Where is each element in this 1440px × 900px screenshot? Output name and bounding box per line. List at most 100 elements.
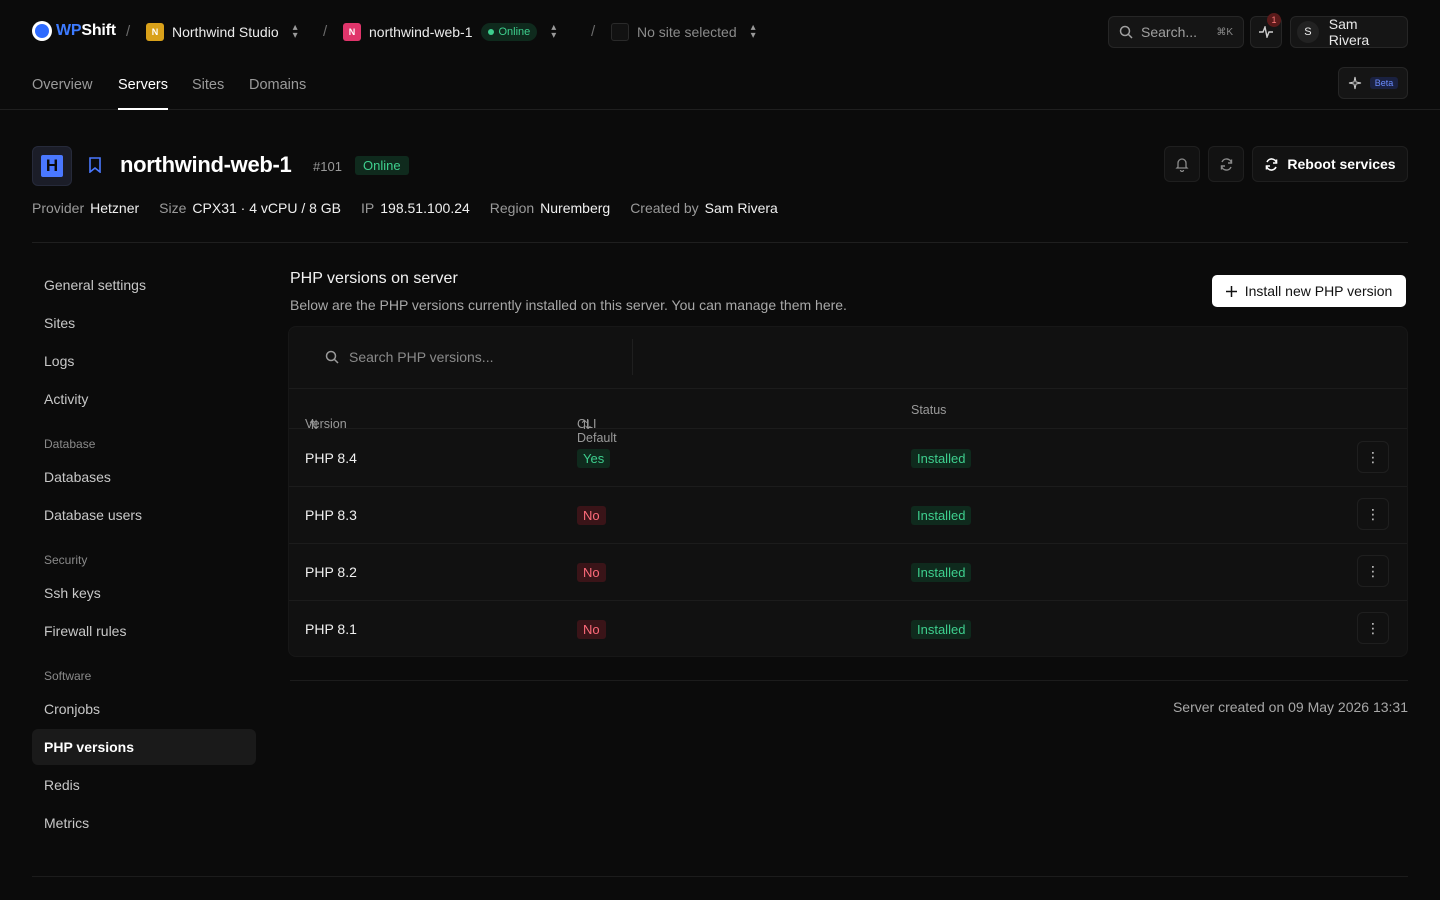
section-description: Below are the PHP versions currently ins…: [290, 297, 847, 313]
php-search-input[interactable]: Search PHP versions...: [311, 339, 633, 375]
cli-default-badge: No: [577, 620, 606, 639]
cli-default-badge: Yes: [577, 449, 611, 468]
global-search-button[interactable]: Search... ⌘K: [1108, 16, 1244, 48]
row-actions-button[interactable]: ⋮: [1357, 498, 1389, 530]
server-avatar: N: [343, 23, 361, 41]
status-badge: Installed: [911, 620, 972, 639]
divider: [32, 876, 1408, 877]
meta-provider: Provider Hetzner: [32, 200, 140, 216]
org-name: Northwind Studio: [172, 24, 279, 40]
sparkles-icon: [1348, 76, 1361, 90]
top-bar: WPShift / N Northwind Studio ▴ ▾ / N nort…: [0, 0, 1440, 64]
tab-servers[interactable]: Servers: [118, 77, 168, 110]
table-row: PHP 8.3 No Installed ⋮: [289, 487, 1407, 544]
sidebar-item-cronjobs[interactable]: Cronjobs: [32, 691, 256, 727]
install-php-button[interactable]: Install new PHP version: [1212, 275, 1406, 307]
site-switcher[interactable]: No site selected ▴ ▾: [611, 22, 756, 42]
breadcrumb-separator: /: [126, 23, 131, 40]
cli-default-badge: No: [577, 563, 606, 582]
tab-sites[interactable]: Sites: [192, 77, 224, 110]
php-version: PHP 8.2: [305, 564, 357, 580]
divider: [32, 242, 1408, 243]
meta-created-by: Created by Sam Rivera: [630, 200, 778, 216]
more-vertical-icon: ⋮: [1366, 562, 1380, 579]
provider-logo-icon: H: [32, 146, 72, 186]
sidebar-item-activity[interactable]: Activity: [32, 381, 256, 417]
table-row: PHP 8.1 No Installed ⋮: [289, 601, 1407, 658]
server-crumb-name: northwind-web-1: [369, 24, 473, 40]
row-actions-button[interactable]: ⋮: [1357, 441, 1389, 473]
row-actions-button[interactable]: ⋮: [1357, 612, 1389, 644]
server-meta: Provider Hetzner Size CPX31 · 4 vCPU / 8 G…: [32, 200, 778, 216]
table-row: PHP 8.2 No Installed ⋮: [289, 544, 1407, 601]
status-badge: Installed: [911, 506, 972, 525]
sidebar-item-logs[interactable]: Logs: [32, 343, 256, 379]
server-created-note: Server created on 09 May 2026 13:31: [1172, 699, 1408, 715]
notifications-button[interactable]: [1164, 146, 1200, 182]
beta-badge: Beta: [1369, 77, 1399, 89]
section-title: PHP versions on server: [290, 270, 458, 287]
sidebar-item-general-settings[interactable]: General settings: [32, 267, 256, 303]
more-vertical-icon: ⋮: [1366, 505, 1380, 522]
sidebar-item-firewall-rules[interactable]: Firewall rules: [32, 613, 256, 649]
php-versions-table: Search PHP versions... Version ⇅ CLI Defa…: [288, 326, 1408, 657]
sidebar-item-redis[interactable]: Redis: [32, 767, 256, 803]
server-id: #101: [313, 159, 342, 174]
main-tabs: Overview Servers Sites Domains Beta: [0, 64, 1440, 110]
search-placeholder: Search PHP versions...: [349, 349, 494, 365]
activity-button[interactable]: 1: [1250, 13, 1282, 48]
refresh-button[interactable]: [1208, 146, 1244, 182]
sidebar-item-ssh-keys[interactable]: Ssh keys: [32, 575, 256, 611]
status-badge: Installed: [911, 449, 972, 468]
ai-beta-button[interactable]: Beta: [1338, 67, 1408, 99]
row-actions-button[interactable]: ⋮: [1357, 555, 1389, 587]
php-version: PHP 8.3: [305, 507, 357, 523]
sidebar-item-php-versions[interactable]: PHP versions: [32, 729, 256, 765]
status-badge: Installed: [911, 563, 972, 582]
brand-name: WPShift: [56, 22, 116, 39]
user-menu-button[interactable]: S Sam Rivera: [1290, 16, 1408, 48]
plus-icon: [1225, 285, 1237, 297]
more-vertical-icon: ⋮: [1366, 448, 1380, 465]
sidebar-item-metrics[interactable]: Metrics: [32, 805, 256, 841]
sidebar-group-security: Security: [44, 553, 88, 567]
chevron-updown-icon: ▴ ▾: [551, 22, 557, 41]
status-dot-icon: [487, 29, 494, 35]
avatar: S: [1297, 21, 1319, 43]
server-switcher[interactable]: N northwind-web-1 Online ▴ ▾: [343, 22, 556, 42]
meta-ip: IP 198.51.100.24: [361, 200, 470, 216]
notification-badge: 1: [1267, 13, 1281, 27]
bookmark-icon[interactable]: [88, 157, 102, 173]
wordpress-logo-icon: [32, 21, 52, 41]
cli-default-badge: No: [577, 506, 606, 525]
chevron-updown-icon: ▴ ▾: [292, 22, 298, 41]
search-label: Search...: [1141, 24, 1198, 40]
tab-domains[interactable]: Domains: [249, 77, 306, 110]
column-status: Status: [911, 403, 947, 417]
activity-pulse-icon: [1259, 26, 1273, 38]
more-vertical-icon: ⋮: [1366, 619, 1380, 636]
sidebar-group-database: Database: [44, 437, 96, 451]
brand-logo[interactable]: WPShift: [32, 21, 116, 41]
chevron-updown-icon: ▴ ▾: [750, 22, 756, 41]
meta-size: Size CPX31 · 4 vCPU / 8 GB: [159, 200, 342, 216]
org-switcher[interactable]: N Northwind Studio ▴ ▾: [146, 22, 298, 42]
reboot-services-button[interactable]: Reboot services: [1252, 146, 1408, 182]
divider: [290, 680, 1408, 681]
sidebar-item-sites[interactable]: Sites: [32, 305, 256, 341]
meta-region: Region Nuremberg: [489, 200, 611, 216]
search-icon: [325, 350, 339, 364]
search-shortcut: ⌘K: [1216, 26, 1233, 38]
site-avatar-placeholder: [611, 23, 629, 41]
table-header: Version ⇅ CLI Default ⇅ Status: [289, 388, 1407, 445]
status-badge: Online: [355, 156, 409, 175]
sidebar-item-database-users[interactable]: Database users: [32, 497, 256, 533]
org-avatar: N: [146, 23, 164, 41]
breadcrumb-separator: /: [323, 23, 328, 40]
page-title: northwind-web-1: [120, 152, 292, 177]
tab-overview[interactable]: Overview: [32, 77, 92, 110]
php-version: PHP 8.1: [305, 621, 357, 637]
sidebar-item-databases[interactable]: Databases: [32, 459, 256, 495]
site-crumb-name: No site selected: [637, 24, 737, 40]
search-icon: [1119, 25, 1133, 39]
